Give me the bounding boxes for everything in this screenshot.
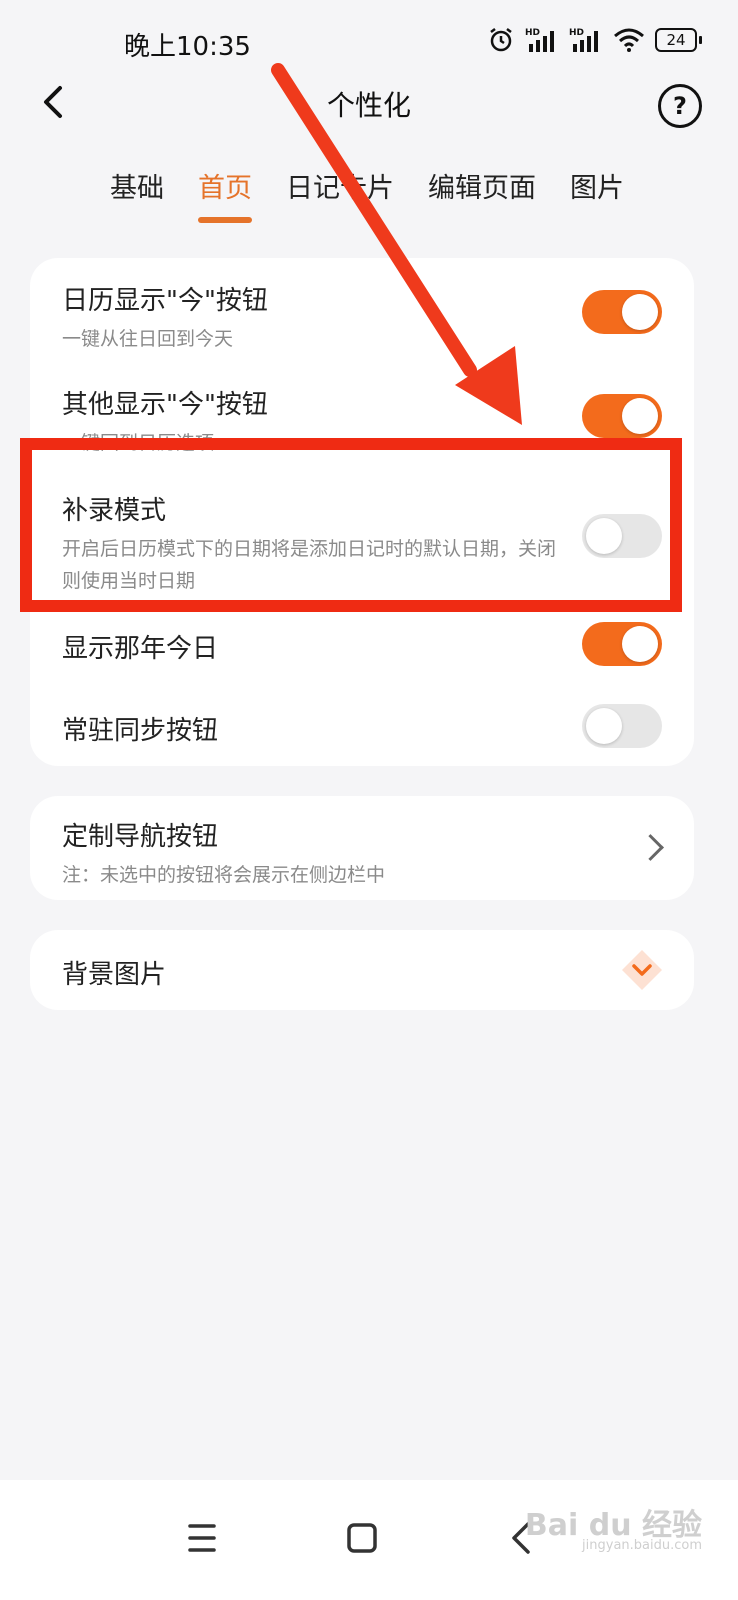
home-button[interactable]	[332, 1508, 392, 1568]
other-today-toggle[interactable]	[582, 394, 662, 438]
battery-icon: 24	[655, 28, 702, 52]
menu-button[interactable]	[172, 1508, 232, 1568]
tab-images[interactable]: 图片	[570, 166, 624, 223]
menu-icon	[188, 1524, 216, 1552]
page-title: 个性化	[326, 89, 411, 122]
setting-title: 日历显示"今"按钮	[62, 286, 268, 316]
wifi-icon	[614, 28, 644, 52]
custom-nav-row: 定制导航按钮 注：未选中的按钮将会展示在侧边栏中	[62, 816, 662, 891]
background-image-card[interactable]: 背景图片	[30, 930, 694, 1010]
battery-level: 24	[655, 28, 697, 52]
calendar-today-toggle[interactable]	[582, 290, 662, 334]
status-time: 晚上10:35	[124, 32, 251, 62]
on-this-day-toggle[interactable]	[582, 622, 662, 666]
background-image-title: 背景图片	[62, 960, 167, 990]
status-icons: HD HD 24	[487, 26, 702, 54]
background-image-row: 背景图片	[62, 954, 662, 991]
setting-row-calendar-today: 日历显示"今"按钮 一键从往日回到今天	[62, 280, 662, 355]
tab-bar: 基础 首页 日记卡片 编辑页面 图片	[110, 166, 624, 223]
setting-desc: 一键从往日回到今天	[62, 328, 234, 350]
status-bar: 晚上10:35 HD HD 24	[0, 0, 738, 84]
alarm-icon	[490, 28, 512, 52]
sync-button-toggle[interactable]	[582, 704, 662, 748]
tab-edit-page[interactable]: 编辑页面	[428, 166, 536, 223]
setting-row-sync-button: 常驻同步按钮	[62, 704, 662, 748]
hd-signal-icon: HD	[525, 28, 554, 52]
setting-title: 显示那年今日	[62, 634, 219, 664]
help-button[interactable]: ?	[658, 84, 702, 128]
custom-nav-title: 定制导航按钮	[62, 822, 219, 852]
tab-basic[interactable]: 基础	[110, 166, 164, 223]
custom-nav-card[interactable]: 定制导航按钮 注：未选中的按钮将会展示在侧边栏中	[30, 796, 694, 900]
hd-signal-icon: HD	[569, 28, 598, 52]
setting-row-on-this-day: 显示那年今日	[62, 622, 662, 666]
svg-text:HD: HD	[569, 28, 584, 38]
system-nav-bar: Bai du 经验 jingyan.baidu.com	[0, 1480, 738, 1600]
vip-diamond-icon	[622, 950, 662, 990]
annotation-highlight-box	[20, 438, 682, 612]
tab-diary-card[interactable]: 日记卡片	[286, 166, 394, 223]
baidu-watermark-url: jingyan.baidu.com	[582, 1538, 702, 1553]
setting-title: 其他显示"今"按钮	[62, 390, 268, 420]
home-icon	[347, 1523, 377, 1553]
tab-home[interactable]: 首页	[198, 166, 252, 223]
setting-title: 常驻同步按钮	[62, 716, 219, 746]
custom-nav-desc: 注：未选中的按钮将会展示在侧边栏中	[62, 864, 386, 886]
svg-text:HD: HD	[525, 28, 540, 38]
